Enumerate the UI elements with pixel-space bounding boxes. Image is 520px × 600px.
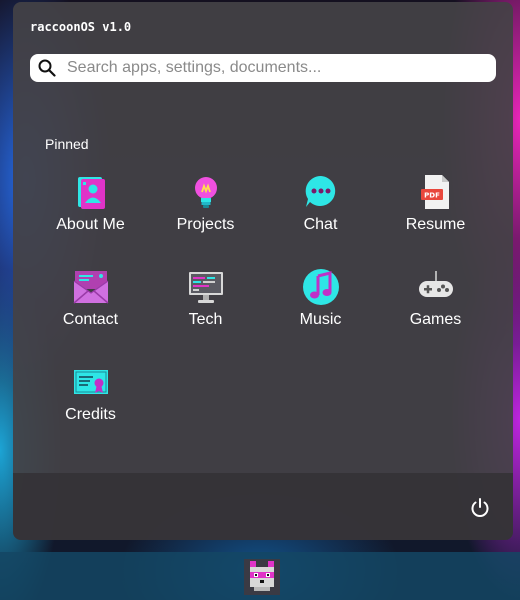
taskbar (0, 552, 520, 600)
app-label: Resume (405, 216, 466, 233)
app-label: Contact (62, 311, 119, 328)
lightbulb-icon (186, 172, 226, 212)
app-tile-games[interactable]: Games (378, 267, 493, 362)
certificate-icon (71, 362, 111, 402)
app-tile-projects[interactable]: Projects (148, 172, 263, 267)
svg-text:PDF: PDF (424, 192, 440, 200)
music-note-icon (301, 267, 341, 307)
app-tile-contact[interactable]: Contact (33, 267, 148, 362)
app-tile-resume[interactable]: PDF Resume (378, 172, 493, 267)
profile-card-icon (71, 172, 111, 212)
app-tile-chat[interactable]: Chat (263, 172, 378, 267)
app-label: Music (299, 311, 342, 328)
app-tile-about-me[interactable]: About Me (33, 172, 148, 267)
app-label: Credits (65, 406, 116, 423)
pdf-document-icon: PDF (416, 172, 456, 212)
app-tile-credits[interactable]: Credits (33, 362, 148, 457)
start-menu: raccoonOS v1.0 Pinned About Me (13, 2, 513, 540)
app-label: Projects (176, 216, 235, 233)
pinned-section-label: Pinned (45, 136, 89, 152)
pinned-apps-grid: About Me Projects Chat PDF Resume Contac… (33, 172, 493, 457)
search-input[interactable] (67, 59, 487, 77)
os-title: raccoonOS v1.0 (30, 20, 132, 34)
chat-bubble-icon (301, 172, 341, 212)
app-label: Games (409, 311, 462, 328)
app-label: Tech (188, 311, 223, 328)
start-menu-footer (13, 473, 513, 540)
gamepad-icon (416, 267, 456, 307)
monitor-code-icon (186, 267, 226, 307)
app-label: Chat (303, 216, 338, 233)
raccoon-logo-icon[interactable] (244, 559, 280, 595)
search-box[interactable] (30, 54, 496, 82)
app-tile-music[interactable]: Music (263, 267, 378, 362)
mail-envelope-icon (71, 267, 111, 307)
power-icon[interactable] (469, 497, 491, 519)
app-label: About Me (56, 216, 125, 233)
search-icon (38, 59, 56, 77)
app-tile-tech[interactable]: Tech (148, 267, 263, 362)
